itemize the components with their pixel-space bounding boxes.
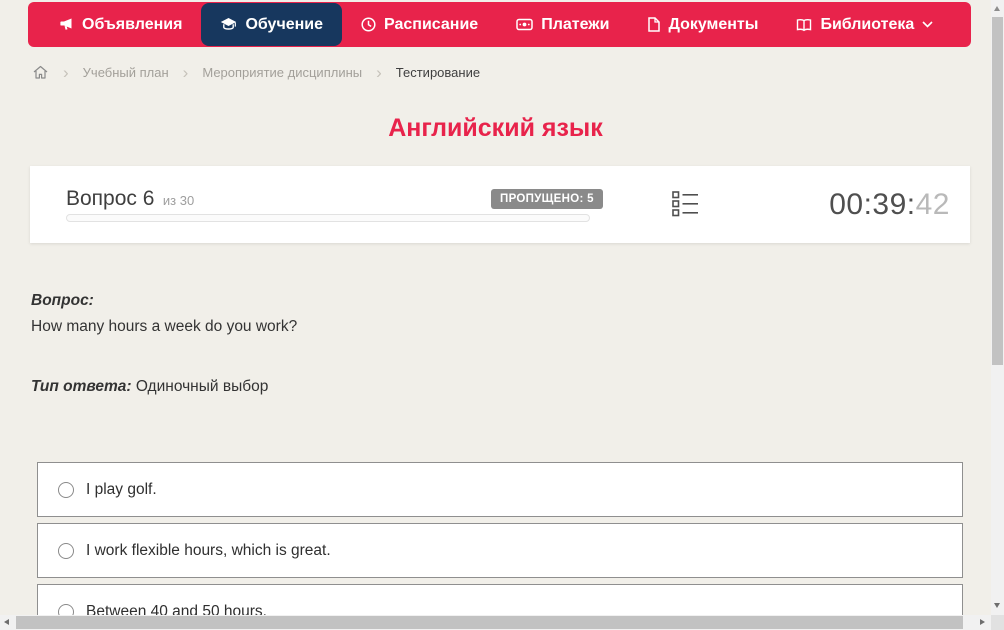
nav-item-label: Документы (668, 15, 759, 33)
chevron-down-icon (922, 21, 933, 28)
answer-option[interactable]: I play golf. (37, 462, 963, 517)
horizontal-scrollbar[interactable] (0, 615, 991, 630)
question-card: Вопрос 6 из 30 ПРОПУЩЕНО: 5 00:39:42 (30, 166, 970, 243)
breadcrumb-separator: › (376, 62, 382, 82)
nav-item-label: Платежи (541, 15, 610, 33)
breadcrumb-item-curriculum[interactable]: Учебный план (83, 65, 169, 80)
scroll-up-arrow-icon[interactable] (994, 6, 1000, 11)
question-label: Вопрос: (31, 292, 94, 309)
nav-item-announcements[interactable]: Объявления (40, 2, 201, 47)
nav-item-learning[interactable]: Обучение (201, 3, 343, 46)
graduation-cap-icon (220, 17, 237, 32)
breadcrumb-item-testing: Тестирование (395, 64, 481, 80)
breadcrumb: › Учебный план › Мероприятие дисциплины … (32, 62, 480, 82)
timer-seconds: 42 (915, 188, 950, 221)
document-icon (647, 17, 661, 32)
radio-button[interactable] (58, 542, 74, 559)
answer-type: Тип ответа: Одиночный выбор (31, 378, 268, 396)
radio-button[interactable] (58, 481, 74, 498)
scrollbar-corner (991, 615, 1004, 630)
answer-type-label: Тип ответа: (31, 378, 132, 395)
answer-option-label: I play golf. (86, 480, 157, 498)
breadcrumb-item-discipline-event[interactable]: Мероприятие дисциплины (202, 65, 362, 80)
scroll-left-arrow-icon[interactable] (4, 619, 9, 625)
timer-hours-minutes: 00:39: (829, 188, 916, 221)
scroll-right-arrow-icon[interactable] (980, 619, 985, 625)
question-total: из 30 (162, 193, 195, 208)
breadcrumb-separator: › (63, 62, 69, 82)
banknote-icon (516, 18, 533, 31)
question-list-icon[interactable] (672, 190, 699, 218)
vertical-scrollbar-thumb[interactable] (992, 17, 1003, 365)
answer-option-label: I work flexible hours, which is great. (86, 541, 331, 559)
book-icon (796, 18, 812, 32)
question-number: Вопрос 6 (66, 187, 155, 210)
clock-icon (361, 17, 376, 32)
answer-type-value: Одиночный выбор (135, 378, 269, 395)
nav-item-payments[interactable]: Платежи (497, 2, 628, 47)
vertical-scrollbar[interactable] (991, 0, 1004, 615)
top-navigation: Объявления Обучение Расписание Платежи Д… (28, 2, 971, 47)
nav-item-label: Обучение (245, 15, 324, 33)
breadcrumb-separator: › (182, 62, 189, 82)
horizontal-scrollbar-thumb[interactable] (16, 616, 963, 629)
question-counter: Вопрос 6 из 30 (66, 187, 194, 211)
scroll-down-arrow-icon[interactable] (994, 603, 1000, 608)
megaphone-icon (59, 17, 74, 32)
nav-item-label: Расписание (384, 15, 479, 33)
nav-item-schedule[interactable]: Расписание (342, 2, 497, 47)
question-text: How many hours a week do you work? (31, 318, 298, 335)
nav-item-documents[interactable]: Документы (628, 2, 777, 47)
progress-bar (66, 214, 590, 222)
nav-item-label: Библиотека (820, 15, 915, 33)
skipped-badge: ПРОПУЩЕНО: 5 (491, 189, 603, 209)
page-title: Английский язык (388, 114, 603, 142)
answer-option[interactable]: I work flexible hours, which is great. (37, 523, 963, 578)
nav-item-label: Объявления (82, 15, 183, 33)
home-icon[interactable] (32, 64, 49, 81)
timer: 00:39:42 (829, 188, 950, 222)
nav-item-library[interactable]: Библиотека (777, 2, 952, 47)
